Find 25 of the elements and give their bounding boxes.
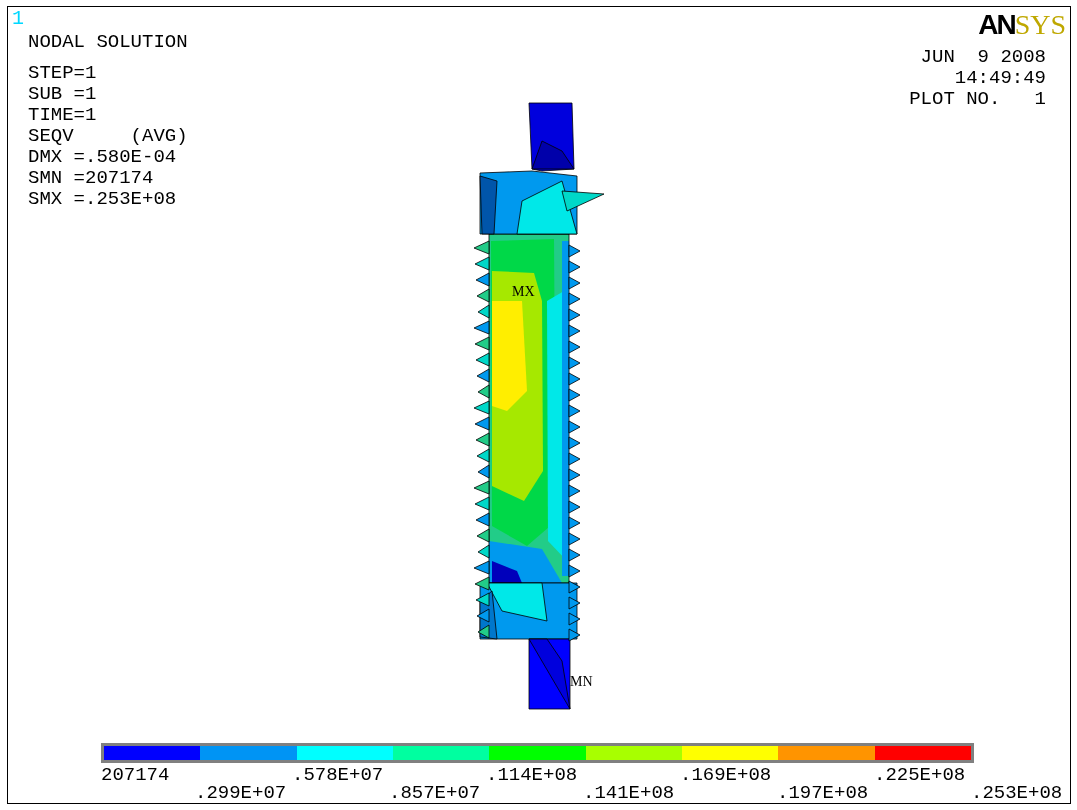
plot-title: NODAL SOLUTION: [28, 31, 188, 53]
legend-value-label: .197E+08: [777, 783, 869, 803]
window-number: 1: [12, 9, 24, 29]
max-marker-label: MX: [512, 284, 535, 299]
plot-number: PLOT NO. 1: [909, 89, 1046, 110]
solution-info-line: SMX =.253E+08: [28, 189, 177, 210]
ansys-logo: ANSYS: [978, 11, 1066, 39]
legend-value-label: .857E+07: [389, 783, 481, 803]
legend-value-label: .253E+08: [971, 783, 1063, 803]
legend-value-label: .225E+08: [874, 765, 966, 785]
legend-value-label: .169E+08: [680, 765, 772, 785]
legend-value-label: .299E+07: [195, 783, 287, 803]
plot-date: JUN 9 2008: [920, 47, 1046, 68]
plot-time: 14:49:49: [954, 68, 1046, 89]
legend-value-label: 207174: [101, 765, 170, 785]
solution-info-line: DMX =.580E-04: [28, 147, 177, 168]
solution-info-line: SMN =207174: [28, 168, 154, 189]
legend-value-label: .114E+08: [486, 765, 578, 785]
solution-info-line: STEP=1: [28, 63, 97, 84]
solution-info-line: SEQV (AVG): [28, 126, 188, 147]
solution-info-line: TIME=1: [28, 105, 97, 126]
legend-value-label: .578E+07: [292, 765, 384, 785]
min-marker-label: MN: [570, 674, 593, 689]
legend-value-label: .141E+08: [583, 783, 675, 803]
solution-info-line: SUB =1: [28, 84, 97, 105]
